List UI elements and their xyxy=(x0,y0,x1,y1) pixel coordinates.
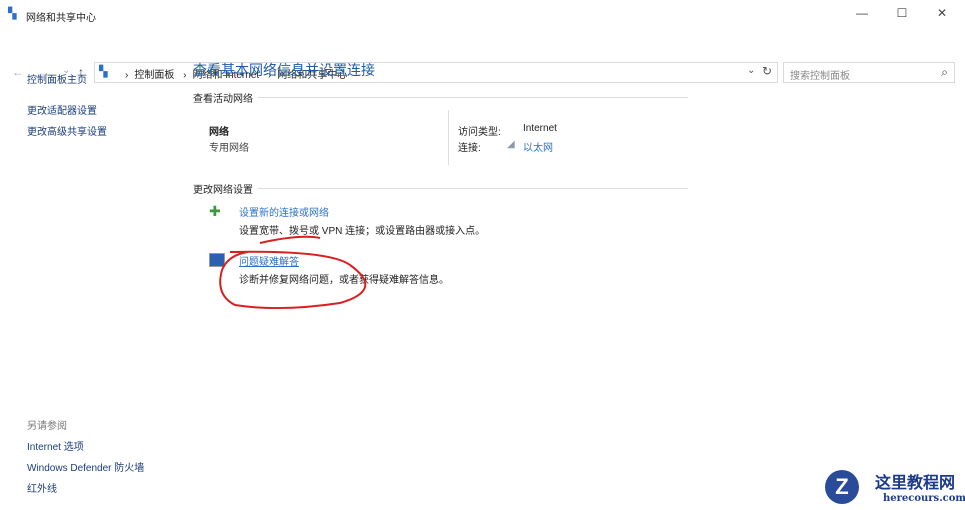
red-annotation-circle xyxy=(219,235,367,310)
watermark-name: 这里教程网 xyxy=(875,475,956,492)
watermark-url: herecours.com xyxy=(883,493,965,504)
watermark-logo: Z 这里教程网 herecours.com xyxy=(815,465,965,510)
